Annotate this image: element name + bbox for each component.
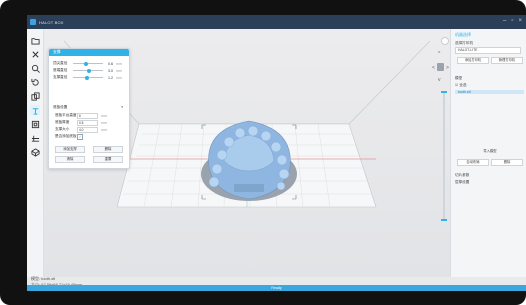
field-unit: mm [101, 113, 107, 118]
maximize-button[interactable]: ▫ [511, 18, 513, 24]
hollow-icon[interactable] [30, 119, 40, 129]
folder-icon[interactable] [30, 35, 40, 45]
move-icon[interactable] [30, 49, 40, 59]
field-label: 支撑大小 [55, 127, 70, 131]
slider-unit: mm [116, 75, 122, 80]
add-base-checkbox[interactable]: ✓ [77, 133, 83, 140]
field-label: 是否添加底板 [55, 134, 77, 138]
nav-right-button[interactable]: > [446, 65, 449, 71]
slider-knob[interactable] [86, 68, 91, 73]
right-panel: 机器选择 选择打印机 HALOT-LITE 添加打印机 管理打印机 模型 ☑ 全… [450, 29, 526, 277]
reset-button[interactable]: 重置 [93, 156, 123, 163]
auto-layout-button[interactable]: 自动布局 [457, 159, 489, 166]
base-height-input[interactable]: 6 [77, 112, 98, 119]
add-printer-button[interactable]: 添加打印机 [457, 57, 489, 64]
printer-select[interactable]: HALOT-LITE [455, 47, 521, 54]
slider-unit: mm [116, 68, 122, 73]
support-icon[interactable] [30, 105, 40, 115]
slider-label: 顶尖直径 [53, 61, 68, 65]
field-row: 底板平台高度 6 mm [55, 112, 125, 119]
printer-label: 选择打印机 [455, 41, 473, 45]
chevron-down-icon[interactable]: ▾ [121, 105, 123, 109]
window-controls: – ▫ × [503, 18, 522, 24]
slider-value: 0.6 [108, 61, 113, 66]
field-unit: mm [101, 120, 107, 125]
expand-panel-button[interactable] [441, 37, 449, 45]
copy-icon[interactable] [30, 91, 40, 101]
field-label: 底板平台高度 [55, 113, 77, 117]
settings-icon[interactable] [30, 147, 40, 157]
slider-row-support[interactable]: 支撑直径 1.2 mm [53, 75, 127, 80]
support-panel: 支撑 顶尖直径 0.6 mm 底端直径 3.0 mm 支撑直径 1.2 mm 底… [48, 48, 130, 169]
slider-unit: mm [116, 61, 122, 66]
field-label: 底板厚度 [55, 120, 70, 124]
status-bar: Ready [27, 285, 526, 291]
select-all-label: 全选 [459, 83, 467, 87]
minimize-button[interactable]: – [503, 18, 506, 24]
add-support-button[interactable]: 添加支撑 [55, 146, 85, 153]
select-all-checkbox[interactable]: ☑ 全选 [455, 83, 466, 88]
field-unit: mm [101, 127, 107, 132]
view-cube-icon[interactable] [437, 63, 444, 71]
slider-value: 3.0 [108, 68, 113, 73]
slider-knob[interactable] [85, 75, 89, 80]
close-button[interactable]: × [518, 18, 522, 24]
delete-model-button[interactable]: 删除 [491, 159, 523, 166]
window-title: HALOT BOX [39, 19, 64, 25]
support-size-input[interactable]: 4.0 [77, 126, 98, 133]
slider-row-tip[interactable]: 顶尖直径 0.6 mm [53, 61, 127, 66]
printer-section-title: 机器选择 [455, 32, 471, 37]
delete-support-button[interactable]: 删除 [93, 146, 123, 153]
clear-button[interactable]: 清除 [55, 156, 85, 163]
zoom-icon[interactable] [30, 63, 40, 73]
slice-params-label: 切片参数 [455, 173, 470, 177]
nav-down-button[interactable]: v [438, 77, 441, 83]
base-diameter-slider[interactable] [73, 68, 103, 73]
app-window: HALOT BOX – ▫ × ^ < > v 支撑 顶尖直径 0.6 mm 底… [27, 15, 526, 291]
models-label: 模型 [455, 76, 463, 80]
base-settings-title: 底板设置 [53, 105, 68, 109]
field-row: 底板厚度 0.5 mm [55, 119, 125, 126]
nav-left-button[interactable]: < [432, 65, 435, 71]
left-toolbar [27, 29, 44, 277]
layer-slider[interactable] [441, 91, 447, 221]
nav-up-button[interactable]: ^ [438, 51, 440, 57]
slice-icon[interactable] [30, 133, 40, 143]
title-bar: HALOT BOX – ▫ × [27, 15, 526, 29]
slider-value: 1.2 [108, 75, 113, 80]
slider-knob[interactable] [83, 61, 88, 66]
base-thickness-input[interactable]: 0.5 [77, 119, 98, 126]
slider-row-base[interactable]: 底端直径 3.0 mm [53, 68, 127, 73]
nav-controls[interactable]: ^ < > v [432, 51, 450, 93]
layer-slider-bottom-handle[interactable] [441, 219, 447, 221]
panel-title: 支撑 [49, 49, 129, 56]
manage-printer-button[interactable]: 管理打印机 [491, 57, 523, 64]
slider-label: 底端直径 [53, 68, 68, 72]
layer-slider-top-handle[interactable] [441, 91, 447, 93]
tip-diameter-slider[interactable] [73, 61, 103, 66]
slider-label: 支撑直径 [53, 75, 68, 79]
rotate-icon[interactable] [30, 77, 40, 87]
model-list-item[interactable]: tooth.stl [455, 90, 524, 94]
support-diameter-slider[interactable] [73, 75, 103, 80]
field-row: 是否添加底板 ✓ [55, 133, 125, 140]
field-row: 支撑大小 4.0 mm [55, 126, 125, 133]
app-logo-icon [30, 19, 36, 25]
layer-settings-label: 层厚设置 [455, 180, 470, 184]
import-model-button[interactable]: 导入模型 [475, 149, 505, 154]
